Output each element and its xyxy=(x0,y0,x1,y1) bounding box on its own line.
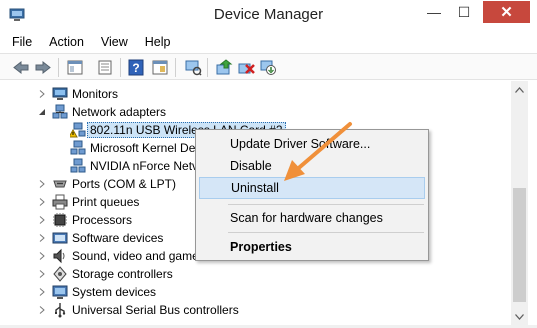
minimize-button[interactable]: — xyxy=(421,1,447,23)
svg-text:?: ? xyxy=(132,61,139,75)
chevron-right-icon[interactable] xyxy=(38,180,46,188)
tree-label: Ports (COM & LPT) xyxy=(72,177,177,191)
context-menu: Update Driver Software... Disable Uninst… xyxy=(195,129,429,261)
printer-icon xyxy=(52,194,68,210)
menu-action[interactable]: Action xyxy=(49,35,84,49)
tree-item-software-devices[interactable]: Software devices xyxy=(38,229,163,247)
properties-icon[interactable] xyxy=(96,59,114,76)
menu-separator xyxy=(228,232,424,233)
storage-icon xyxy=(52,266,68,282)
tree-label: Software devices xyxy=(72,231,164,245)
update-driver-icon[interactable] xyxy=(215,59,233,76)
title-bar: Device Manager — ☐ ✕ xyxy=(0,0,537,31)
close-button[interactable]: ✕ xyxy=(483,1,530,23)
network-adapter-icon xyxy=(52,104,68,120)
vertical-scrollbar[interactable] xyxy=(511,81,528,325)
chevron-down-icon[interactable] xyxy=(38,108,46,116)
software-device-icon xyxy=(52,230,68,246)
system-device-icon xyxy=(52,284,68,300)
uninstall-device-icon[interactable] xyxy=(237,59,255,76)
speaker-icon xyxy=(52,248,68,264)
chevron-right-icon[interactable] xyxy=(38,306,46,314)
port-icon xyxy=(52,176,68,192)
menu-item-uninstall[interactable]: Uninstall xyxy=(199,177,425,199)
enable-device-icon[interactable] xyxy=(259,59,277,76)
tree-label: Processors xyxy=(72,213,133,227)
chevron-right-icon[interactable] xyxy=(38,198,46,206)
tree-label: System devices xyxy=(72,285,157,299)
forward-icon[interactable] xyxy=(34,59,52,76)
warning-network-adapter-icon xyxy=(70,122,86,138)
tree-item-ports[interactable]: Ports (COM & LPT) xyxy=(38,175,176,193)
tree-item-monitors[interactable]: Monitors xyxy=(38,85,118,103)
tree-item-sound-video[interactable]: Sound, video and game xyxy=(38,247,199,265)
chevron-right-icon[interactable] xyxy=(38,288,46,296)
resources-view-icon[interactable] xyxy=(151,59,169,76)
network-adapter-icon xyxy=(70,140,86,156)
tree-label: Universal Serial Bus controllers xyxy=(72,303,239,317)
chevron-right-icon[interactable] xyxy=(38,234,46,242)
monitor-icon xyxy=(52,86,68,102)
menu-item-properties[interactable]: Properties xyxy=(199,236,425,258)
tree-item-processors[interactable]: Processors xyxy=(38,211,132,229)
network-adapter-icon xyxy=(70,158,86,174)
menu-item-disable[interactable]: Disable xyxy=(199,155,425,177)
maximize-button[interactable]: ☐ xyxy=(451,1,477,23)
menu-file[interactable]: File xyxy=(12,35,32,49)
tree-label: Storage controllers xyxy=(72,267,173,281)
scroll-up-icon[interactable] xyxy=(511,81,528,98)
tree-item-storage-controllers[interactable]: Storage controllers xyxy=(38,265,173,283)
tree-item-microsoft-kernel[interactable]: Microsoft Kernel De xyxy=(70,139,195,157)
menu-separator xyxy=(228,204,424,205)
tree-item-nvidia-nforce[interactable]: NVIDIA nForce Netv xyxy=(70,157,198,175)
usb-icon xyxy=(52,302,68,318)
chevron-right-icon[interactable] xyxy=(38,252,46,260)
tree-item-network-adapters[interactable]: Network adapters xyxy=(38,103,166,121)
tree-label: Print queues xyxy=(72,195,140,209)
tree-label: Microsoft Kernel De xyxy=(90,141,196,155)
chevron-right-icon[interactable] xyxy=(38,270,46,278)
properties-view-icon[interactable] xyxy=(66,59,84,76)
menu-view[interactable]: View xyxy=(101,35,128,49)
menu-item-update-driver[interactable]: Update Driver Software... xyxy=(199,133,425,155)
chevron-right-icon[interactable] xyxy=(38,90,46,98)
back-icon[interactable] xyxy=(12,59,30,76)
help-icon[interactable]: ? xyxy=(127,59,145,76)
tree-item-usb-controllers[interactable]: Universal Serial Bus controllers xyxy=(38,301,239,319)
scroll-down-icon[interactable] xyxy=(511,308,528,325)
display-devices-icon[interactable] xyxy=(184,59,202,76)
tree-label: Network adapters xyxy=(72,105,167,119)
tree-label: Monitors xyxy=(72,87,119,101)
scrollbar-thumb[interactable] xyxy=(513,188,526,302)
chevron-right-icon[interactable] xyxy=(38,216,46,224)
tree-label: NVIDIA nForce Netv xyxy=(90,159,199,173)
menu-help[interactable]: Help xyxy=(145,35,171,49)
menu-item-scan-hardware[interactable]: Scan for hardware changes xyxy=(199,207,425,229)
tree-item-system-devices[interactable]: System devices xyxy=(38,283,156,301)
tree-item-print-queues[interactable]: Print queues xyxy=(38,193,139,211)
processor-icon xyxy=(52,212,68,228)
toolbar: ? xyxy=(0,53,537,80)
menu-bar: File Action View Help xyxy=(0,31,537,53)
tree-label: Sound, video and game xyxy=(72,249,199,263)
